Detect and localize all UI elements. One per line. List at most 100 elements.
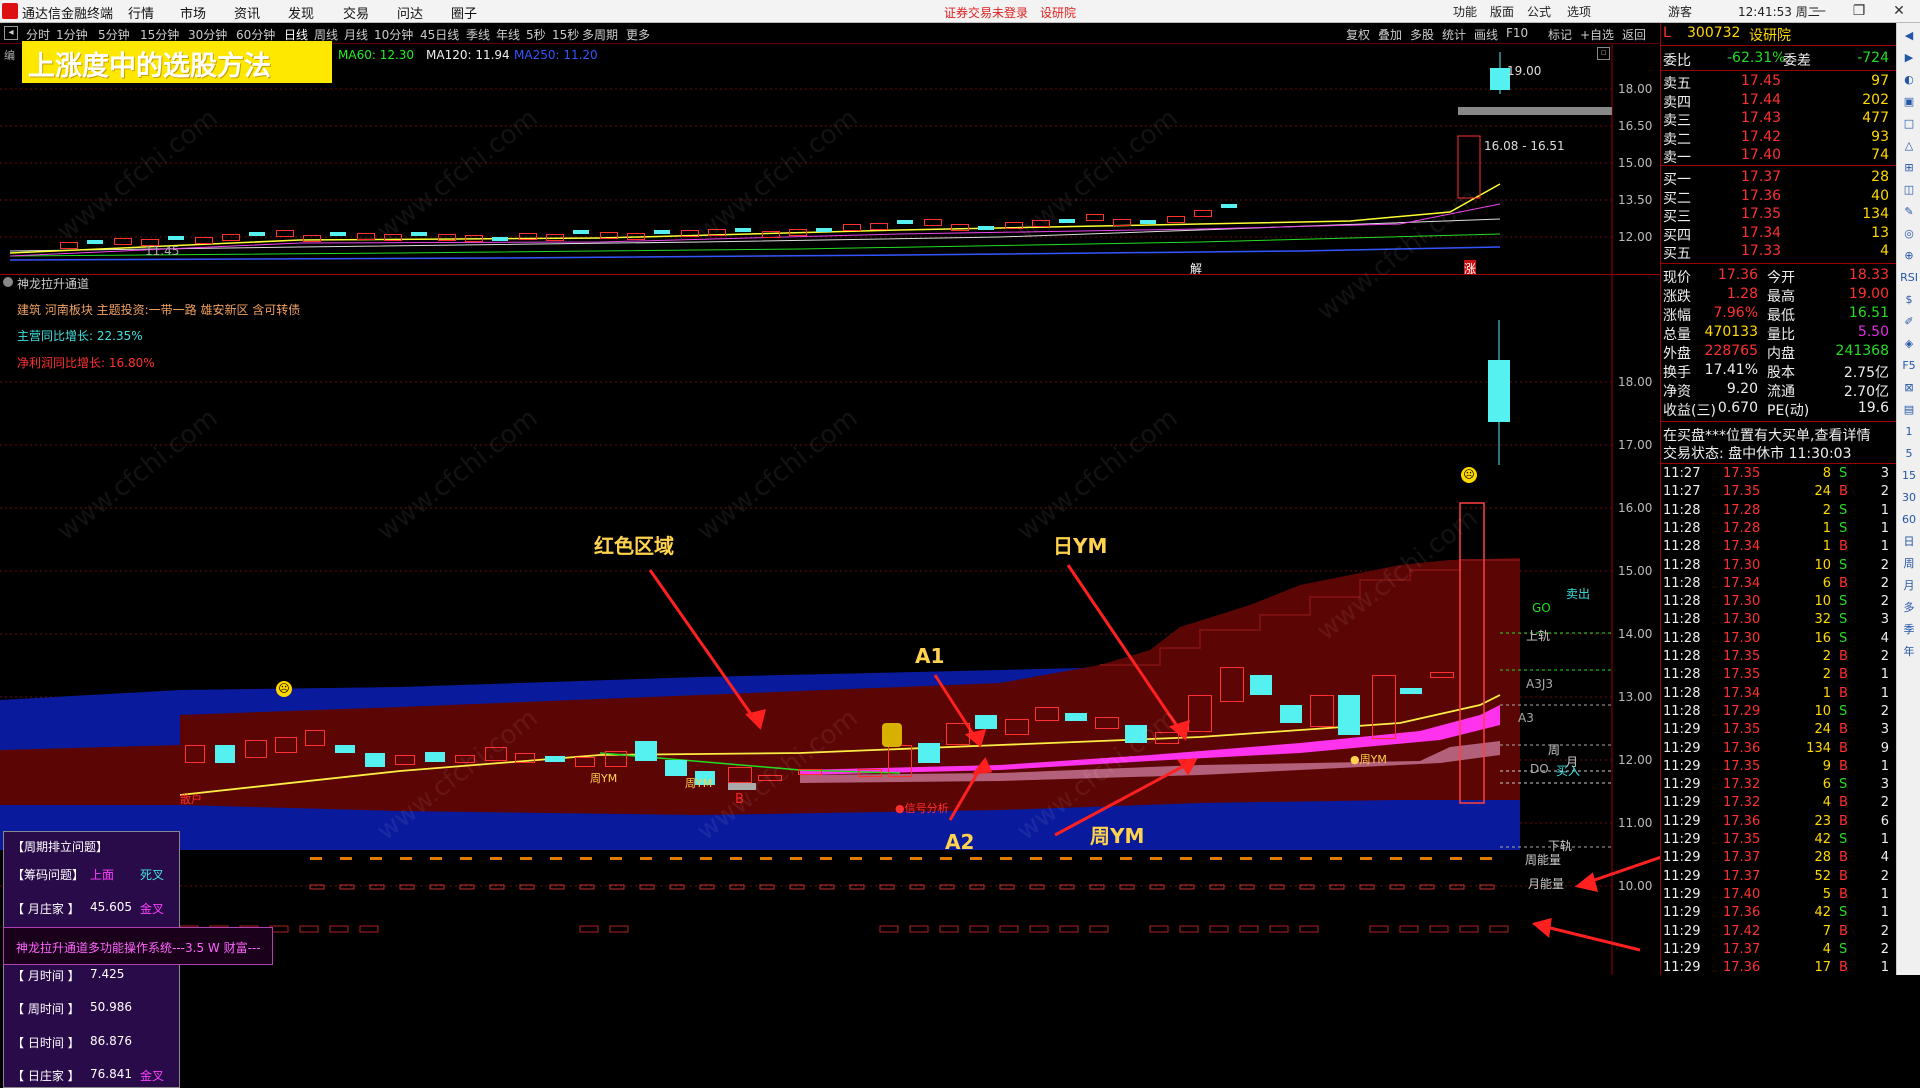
period-15[interactable]: 多周期 (582, 26, 618, 43)
side-tool-icon[interactable]: 月 (1900, 577, 1918, 595)
toolbar-4[interactable]: 画线 (1474, 26, 1498, 43)
tick-vol: 1 (1822, 520, 1831, 536)
side-tool-icon[interactable]: $ (1900, 291, 1918, 309)
close-icon[interactable]: ✕ (1882, 1, 1916, 21)
side-tool-icon[interactable]: □ (1900, 115, 1918, 133)
anno-week-ym: 周YM (1090, 824, 1145, 848)
period-11[interactable]: 季线 (466, 26, 490, 43)
tick-time: 11:27 (1663, 466, 1701, 481)
toolbar-5[interactable]: F10 (1506, 26, 1528, 40)
period-12[interactable]: 年线 (496, 26, 520, 43)
tick-side: B (1839, 795, 1848, 811)
period-16[interactable]: 更多 (626, 26, 650, 43)
side-tool-icon[interactable]: 年 (1900, 643, 1918, 661)
indicator-candle (665, 760, 687, 776)
menu-item-wenda[interactable]: 问达 (397, 3, 423, 22)
menu-banmian[interactable]: 版面 (1490, 3, 1514, 20)
bid-row: 买五 17.33 4 (1663, 243, 1893, 262)
indicator-candle (305, 730, 325, 746)
menu-item-zixun[interactable]: 资讯 (234, 3, 260, 22)
indicator-panel[interactable]: ☹ ☹ 神龙拉升通道 建筑 河南板块 主题投资:一带一路 雄安新区 含可转债 主营… (0, 275, 1660, 1088)
minimize-icon[interactable]: — (1802, 1, 1836, 21)
side-tool-icon[interactable]: ◫ (1900, 181, 1918, 199)
toolbar-0[interactable]: 复权 (1346, 26, 1370, 43)
login-notice[interactable]: 证券交易未登录 (944, 4, 1028, 21)
toolbar-6[interactable]: 标记 (1548, 26, 1572, 43)
side-tool-icon[interactable]: 15 (1900, 467, 1918, 485)
tick-price: 17.35 (1723, 722, 1761, 738)
side-tool-icon[interactable]: 30 (1900, 489, 1918, 507)
info-row-label: 【筹码问题】 (12, 868, 85, 882)
tick-side: B (1839, 722, 1848, 738)
tick-side: B (1839, 667, 1848, 683)
side-tool-icon[interactable]: ⊕ (1900, 247, 1918, 265)
collapse-icon[interactable]: ◂ (4, 26, 18, 40)
toolbar-1[interactable]: 叠加 (1378, 26, 1402, 43)
tick-time: 11:28 (1663, 502, 1701, 518)
panel-close-icon[interactable]: ▫ (1597, 47, 1610, 60)
stat-row: 涨跌 1.28 最高 19.00 (1663, 286, 1893, 305)
restore-icon[interactable]: ❐ (1842, 1, 1876, 21)
toolbar-7[interactable]: +自选 (1580, 26, 1614, 43)
research-link[interactable]: 设研院 (1040, 4, 1076, 21)
price-candle (654, 230, 670, 234)
period-8[interactable]: 月线 (344, 26, 368, 43)
side-tool-icon[interactable]: RSI (1900, 269, 1918, 287)
side-tool-icon[interactable]: ◎ (1900, 225, 1918, 243)
tick-price: 17.34 (1723, 685, 1761, 701)
toolbar-2[interactable]: 多股 (1410, 26, 1434, 43)
menu-item-faxian[interactable]: 发现 (288, 3, 314, 22)
side-tool-icon[interactable]: ▶ (1900, 49, 1918, 67)
side-tool-icon[interactable]: F5 (1900, 357, 1918, 375)
side-tool-icon[interactable]: 季 (1900, 621, 1918, 639)
side-tool-icon[interactable]: ⊞ (1900, 159, 1918, 177)
period-10[interactable]: 45日线 (420, 26, 459, 43)
period-14[interactable]: 15秒 (552, 26, 579, 43)
side-tool-icon[interactable]: 多 (1900, 599, 1918, 617)
side-tool-icon[interactable]: 日 (1900, 533, 1918, 551)
tick-count: 1 (1880, 685, 1889, 701)
side-tool-icon[interactable]: 周 (1900, 555, 1918, 573)
side-tool-icon[interactable]: ⊠ (1900, 379, 1918, 397)
menu-gongshi[interactable]: 公式 (1527, 3, 1551, 20)
bid-row: 买二 17.36 40 (1663, 188, 1893, 207)
side-tool-icon[interactable]: ◀ (1900, 27, 1918, 45)
stat-label: 股本 (1767, 365, 1795, 381)
side-tool-icon[interactable]: ▣ (1900, 93, 1918, 111)
stat-row: 总量 470133 量比 5.50 (1663, 324, 1893, 343)
tick-count: 2 (1880, 868, 1889, 884)
ind-price-tick: 14.00 (1618, 627, 1653, 641)
period-13[interactable]: 5秒 (526, 26, 546, 43)
price-candle (1113, 219, 1131, 226)
side-tool-icon[interactable]: 1 (1900, 423, 1918, 441)
menu-item-quanzi[interactable]: 圈子 (451, 3, 477, 22)
high-price-label: 19.00 (1507, 64, 1542, 78)
big-order-notice[interactable]: 在买盘***位置有大买单,查看详情 (1663, 425, 1870, 445)
toolbar-3[interactable]: 统计 (1442, 26, 1466, 43)
tick-count: 9 (1880, 740, 1889, 756)
menu-item-shichang[interactable]: 市场 (180, 3, 206, 22)
indicator-toggle-icon[interactable] (3, 277, 13, 287)
menu-gongneng[interactable]: 功能 (1453, 3, 1477, 20)
side-tool-icon[interactable]: 60 (1900, 511, 1918, 529)
menu-xuanxiang[interactable]: 选项 (1567, 3, 1591, 20)
tick-price: 17.30 (1723, 612, 1761, 628)
side-tool-icon[interactable]: ▤ (1900, 401, 1918, 419)
side-tool-icon[interactable]: ✎ (1900, 203, 1918, 221)
price-candle (195, 237, 213, 244)
tick-row: 11:28 17.34 1 B 1 (1663, 539, 1893, 557)
tick-row: 11:29 17.35 9 B 1 (1663, 759, 1893, 777)
side-tool-icon[interactable]: △ (1900, 137, 1918, 155)
ask-row: 卖一 17.40 74 (1663, 147, 1893, 166)
side-tool-icon[interactable]: 5 (1900, 445, 1918, 463)
toolbar-8[interactable]: 返回 (1622, 26, 1646, 43)
menu-item-hangqing[interactable]: 行情 (128, 3, 154, 22)
side-tool-icon[interactable]: ◈ (1900, 335, 1918, 353)
side-tool-icon[interactable]: ✐ (1900, 313, 1918, 331)
tick-side: B (1839, 960, 1848, 976)
side-tool-icon[interactable]: ◐ (1900, 71, 1918, 89)
user-label[interactable]: 游客 (1668, 3, 1692, 20)
tick-count: 1 (1880, 960, 1889, 976)
menu-item-jiaoyi[interactable]: 交易 (343, 3, 369, 22)
period-9[interactable]: 10分钟 (374, 26, 413, 43)
